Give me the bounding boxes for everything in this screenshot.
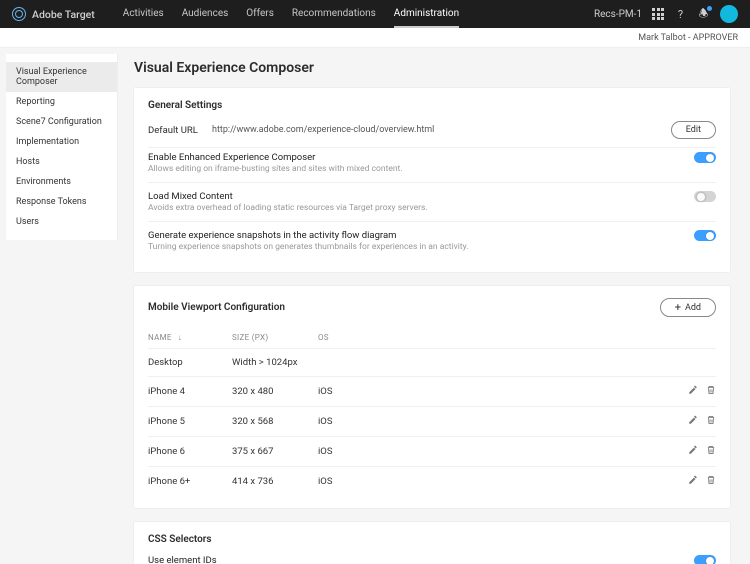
card-title: CSS Selectors [148,534,716,545]
topbar-right: Recs-PM-1 ? 🕭 [594,5,738,23]
viewport-row: iPhone 6+414 x 736iOS [148,466,716,496]
edit-icon[interactable] [688,475,698,488]
setting-desc: Allows editing on iframe-busting sites a… [148,164,684,174]
edit-icon[interactable] [688,445,698,458]
sidebar-item-scene7-configuration[interactable]: Scene7 Configuration [6,112,117,132]
delete-icon[interactable] [706,385,716,398]
app-switcher-icon[interactable] [652,8,664,20]
setting-title: Load Mixed Content [148,191,684,202]
page-title: Visual Experience Composer [134,60,730,76]
setting-title: Use element IDs [148,555,684,564]
user-role: Mark Talbot - APPROVER [638,33,738,43]
general-setting-2: Generate experience snapshots in the act… [148,221,716,260]
setting-title: Generate experience snapshots in the act… [148,230,684,241]
default-url-row: Default URL http://www.adobe.com/experie… [148,121,716,148]
viewport-row: DesktopWidth > 1024px [148,348,716,376]
edit-icon[interactable] [688,385,698,398]
viewport-size: 320 x 568 [232,416,318,427]
viewport-size: 320 x 480 [232,386,318,397]
delete-icon[interactable] [706,475,716,488]
viewport-size: 375 x 667 [232,446,318,457]
toggle[interactable] [694,555,716,564]
viewport-os: iOS [318,446,676,457]
help-icon[interactable]: ? [674,8,687,21]
viewport-size: 414 x 736 [232,476,318,487]
target-logo-icon [12,7,26,21]
user-bar: Mark Talbot - APPROVER [0,28,750,48]
viewport-os: iOS [318,416,676,427]
css-setting-0: Use element IDsDisable if the same ID is… [148,555,716,564]
plus-icon: + [675,302,681,313]
col-os[interactable]: OS [318,333,676,342]
viewport-os: iOS [318,476,676,487]
notifications-icon[interactable]: 🕭 [697,8,710,21]
viewport-name: iPhone 5 [148,416,232,427]
nav-audiences[interactable]: Audiences [182,1,229,28]
sort-down-icon: ↓ [178,333,182,342]
viewport-name: Desktop [148,357,232,368]
card-title: General Settings [148,100,716,111]
table-header: Name↓ Size (px) OS [148,327,716,348]
brand: Adobe Target [12,7,95,21]
nav-offers[interactable]: Offers [246,1,274,28]
brand-name: Adobe Target [32,8,95,21]
main-content: Visual Experience Composer General Setti… [118,48,750,564]
viewport-row: iPhone 6375 x 667iOS [148,436,716,466]
viewport-row: iPhone 4320 x 480iOS [148,376,716,406]
toggle[interactable] [694,152,716,163]
delete-icon[interactable] [706,445,716,458]
sidebar-item-implementation[interactable]: Implementation [6,132,117,152]
nav-recommendations[interactable]: Recommendations [292,1,376,28]
default-url-label: Default URL [148,125,208,136]
viewport-name: iPhone 6+ [148,476,232,487]
sidebar-item-hosts[interactable]: Hosts [6,152,117,172]
css-selectors-card: CSS Selectors Use element IDsDisable if … [134,522,730,564]
setting-title: Enable Enhanced Experience Composer [148,152,684,163]
add-viewport-button[interactable]: +Add [660,298,716,317]
col-size[interactable]: Size (px) [232,333,318,342]
nav-activities[interactable]: Activities [123,1,164,28]
setting-desc: Avoids extra overhead of loading static … [148,203,684,213]
sidebar-item-environments[interactable]: Environments [6,172,117,192]
toggle[interactable] [694,191,716,202]
general-setting-1: Load Mixed ContentAvoids extra overhead … [148,182,716,221]
viewport-size: Width > 1024px [232,357,318,368]
viewport-card: Mobile Viewport Configuration +Add Name↓… [134,286,730,508]
edit-icon[interactable] [688,415,698,428]
top-nav: Activities Audiences Offers Recommendations… [123,1,459,28]
viewport-os: iOS [318,386,676,397]
viewport-name: iPhone 4 [148,386,232,397]
general-setting-0: Enable Enhanced Experience ComposerAllow… [148,152,716,182]
workspace-label[interactable]: Recs-PM-1 [594,9,642,20]
viewport-row: iPhone 5320 x 568iOS [148,406,716,436]
card-title: Mobile Viewport Configuration [148,302,285,313]
sidebar-item-reporting[interactable]: Reporting [6,92,117,112]
sidebar-item-users[interactable]: Users [6,212,117,232]
avatar[interactable] [720,5,738,23]
sidebar: Visual Experience ComposerReportingScene… [6,54,118,240]
viewport-name: iPhone 6 [148,446,232,457]
delete-icon[interactable] [706,415,716,428]
sidebar-item-visual-experience-composer[interactable]: Visual Experience Composer [6,62,117,92]
setting-desc: Turning experience snapshots on generate… [148,242,684,252]
toggle[interactable] [694,230,716,241]
sidebar-item-response-tokens[interactable]: Response Tokens [6,192,117,212]
col-name[interactable]: Name↓ [148,333,232,342]
top-bar: Adobe Target Activities Audiences Offers Re… [0,0,750,28]
general-settings-card: General Settings Default URL http://www.… [134,88,730,272]
edit-button[interactable]: Edit [671,121,716,139]
nav-administration[interactable]: Administration [394,1,459,28]
default-url-value: http://www.adobe.com/experience-cloud/ov… [208,125,671,135]
